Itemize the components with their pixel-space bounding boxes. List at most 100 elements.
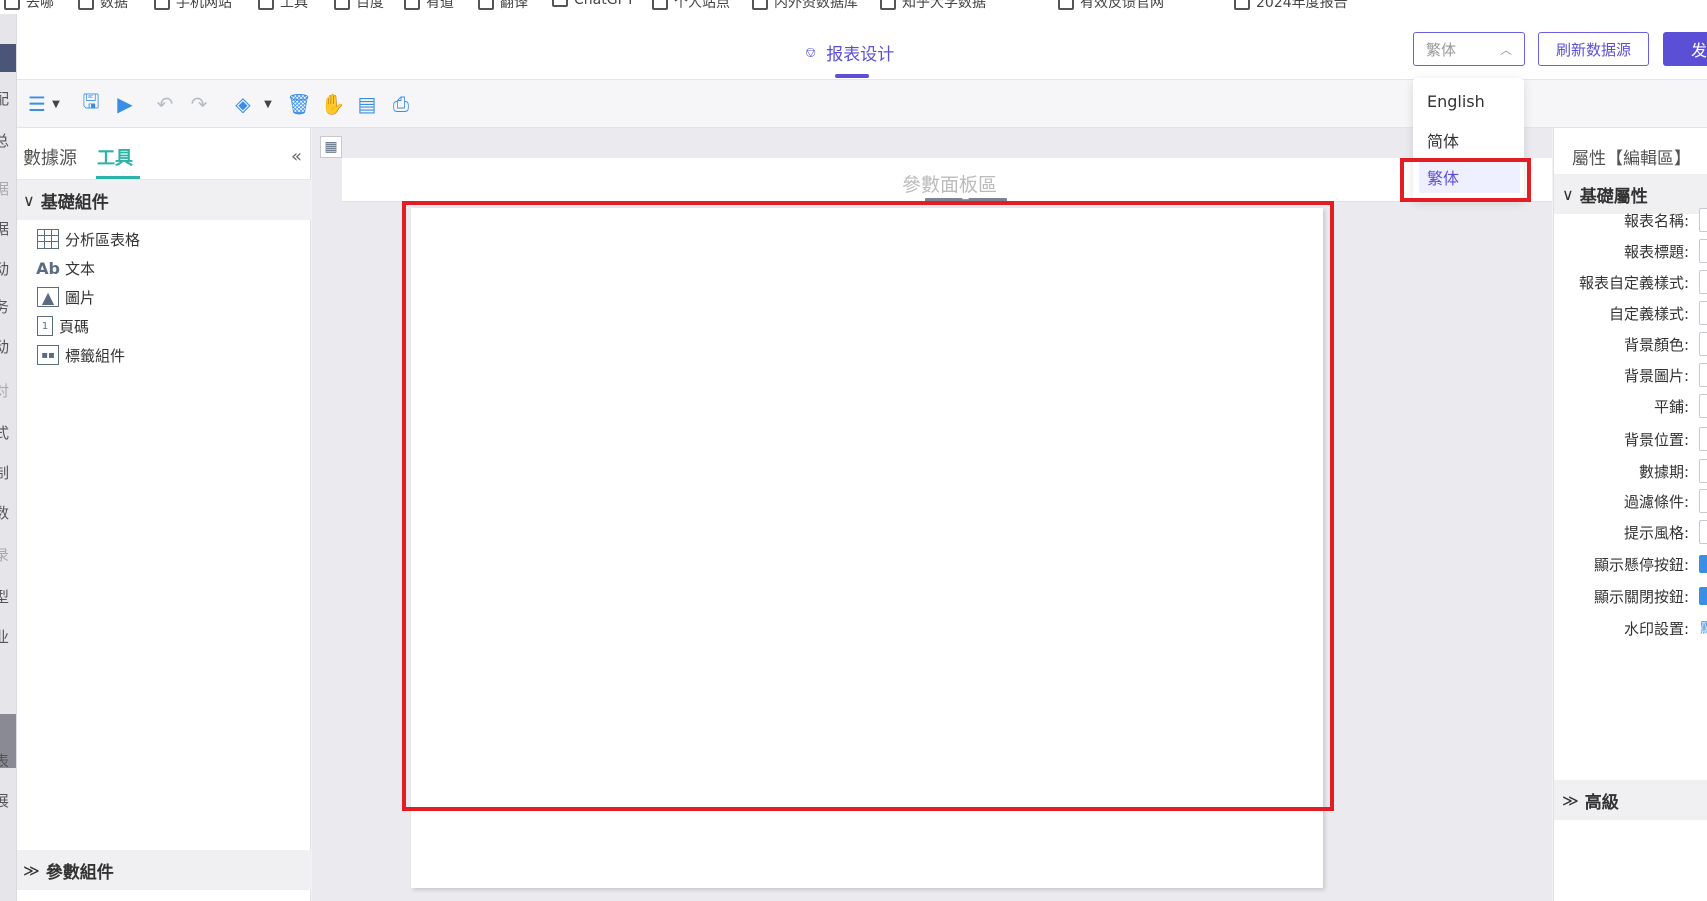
bookmark-item[interactable]: 工具 [258, 0, 308, 12]
prop-label: 數據期: [1638, 463, 1689, 481]
youdao-icon [404, 0, 420, 10]
design-canvas-area: ▦ 參數面板區 ▲ [312, 128, 1552, 901]
prop-label: 報表自定義樣式: [1578, 274, 1689, 292]
tab-tools[interactable]: 工具 [97, 144, 133, 170]
bookmark-item[interactable]: 有效反馈官网 [1058, 0, 1164, 12]
bookmark-item[interactable]: 百度 [334, 0, 384, 12]
watermark-settings-link[interactable]: 默 [1700, 618, 1707, 638]
menu-icon[interactable]: ☰ [25, 92, 49, 116]
active-tab-indicator [835, 74, 869, 78]
prop-label: 水印設置: [1623, 620, 1689, 638]
chevron-right-icon: ≫ [23, 860, 40, 880]
sidebar-item[interactable]: 据 [0, 218, 9, 239]
report-title-input[interactable] [1699, 239, 1707, 263]
custom-style-input[interactable] [1699, 301, 1707, 325]
sidebar-item[interactable]: 对 [0, 380, 9, 401]
sidebar-item[interactable]: 式 [0, 422, 9, 443]
label-card-icon: ▪▪ [37, 345, 59, 365]
print-settings-icon[interactable]: ⎙ [389, 92, 413, 116]
delete-icon[interactable]: 🗑 [286, 92, 311, 116]
chat-icon [880, 0, 896, 10]
sidebar-item[interactable]: 型 [0, 586, 9, 607]
sidebar-item[interactable]: 制 [0, 462, 9, 483]
bookmark-item[interactable]: 翻译 [478, 0, 528, 12]
paint-bucket-icon[interactable]: ◈ [231, 92, 255, 116]
caret-down-icon[interactable]: ▼ [49, 92, 63, 116]
refresh-datasource-button[interactable]: 刷新数据源 [1538, 32, 1649, 66]
tip-style-input[interactable] [1699, 520, 1707, 544]
report-name-input[interactable] [1699, 208, 1707, 232]
sidebar-item[interactable]: 配 [0, 88, 9, 109]
bookmark-item[interactable]: 内外资数据库 [752, 0, 858, 12]
lang-option-english[interactable]: English [1427, 92, 1485, 111]
form-icon[interactable]: ▤ [355, 92, 379, 116]
sidebar-item[interactable]: 务 [0, 296, 9, 317]
main-sidebar: 配 总 据 据 动 务 动 对 式 制 数 录 型 业 表 展 [0, 14, 17, 901]
undo-icon[interactable]: ↶ [153, 92, 177, 116]
folder-icon [154, 0, 170, 10]
grid-toggle-icon[interactable]: ▦ [320, 136, 342, 158]
show-hover-button-checkbox[interactable] [1699, 555, 1707, 573]
sidebar-item[interactable]: 表 [0, 750, 9, 771]
filter-input[interactable] [1699, 489, 1707, 513]
sidebar-item[interactable]: 数 [0, 502, 9, 523]
prop-label: 過濾條件: [1623, 493, 1689, 511]
sidebar-item[interactable]: 业 [0, 626, 9, 647]
save-icon[interactable]: 🖫 [79, 89, 103, 116]
param-panel-area[interactable]: 參數面板區 ▲ [342, 158, 1552, 204]
active-tab-indicator [96, 176, 140, 179]
component-analysis-table[interactable]: 分析區表格 [37, 226, 140, 252]
folder-icon [4, 0, 20, 10]
data-period-input[interactable] [1699, 459, 1707, 483]
caret-down-icon[interactable]: ▼ [261, 92, 275, 116]
page-number-icon: 1 [37, 316, 53, 336]
component-image[interactable]: ▲ 圖片 [37, 284, 95, 310]
sidebar-item[interactable]: 动 [0, 336, 9, 357]
report-custom-style-input[interactable] [1699, 270, 1707, 294]
bg-position-input[interactable] [1699, 427, 1707, 451]
bookmark-item[interactable]: ChatGPT [552, 0, 635, 8]
language-select[interactable]: 繁体 ︿ [1413, 32, 1525, 66]
section-basic-components[interactable]: ∨ 基礎組件 [17, 180, 311, 220]
publish-button[interactable]: 发 [1663, 32, 1707, 66]
canvas-highlight-box [402, 201, 1334, 811]
tab-report-design[interactable]: ⎊ 报表设计 [805, 40, 894, 66]
image-icon: ▲ [37, 287, 59, 307]
sidebar-item[interactable]: 展 [0, 790, 9, 811]
text-icon: Ab [36, 258, 60, 278]
chevron-right-icon: ≫ [1562, 790, 1579, 810]
sidebar-item[interactable]: 据 [0, 178, 9, 199]
sidebar-item[interactable]: 录 [0, 544, 9, 565]
sidebar-item[interactable]: 总 [0, 130, 9, 151]
bg-color-input[interactable] [1699, 332, 1707, 356]
sidebar-item[interactable]: 动 [0, 258, 9, 279]
redo-icon[interactable]: ↷ [187, 92, 211, 116]
bookmark-item[interactable]: 手机网站 [154, 0, 232, 12]
collapse-panel-icon[interactable]: « [291, 146, 302, 167]
section-param-components[interactable]: ≫ 參數組件 [17, 850, 311, 890]
preview-play-icon[interactable]: ▶ [113, 92, 137, 116]
chevron-up-icon: ︿ [1499, 42, 1512, 57]
chevron-down-icon: ∨ [23, 190, 35, 210]
tile-input[interactable] [1699, 394, 1707, 418]
bookmark-item[interactable]: 知乎大学数据 [880, 0, 986, 12]
hand-pan-icon[interactable]: ✋ [321, 92, 346, 116]
bg-image-input[interactable] [1699, 363, 1707, 387]
prop-label: 提示風格: [1623, 524, 1689, 542]
show-close-button-checkbox[interactable] [1699, 587, 1707, 605]
component-text[interactable]: Ab 文本 [36, 255, 95, 281]
bookmark-item[interactable]: 个人站点 [652, 0, 730, 12]
prop-label: 背景圖片: [1623, 367, 1689, 385]
tab-datasource[interactable]: 數據源 [23, 144, 77, 170]
bookmark-item[interactable]: 有道 [404, 0, 454, 12]
bookmark-item[interactable]: 2024年度报告 [1234, 0, 1348, 12]
prop-label: 報表標題: [1623, 243, 1689, 261]
component-label[interactable]: ▪▪ 標籤組件 [37, 342, 125, 368]
lang-option-simplified[interactable]: 简体 [1427, 128, 1459, 152]
bookmark-item[interactable]: 去哪 [4, 0, 54, 12]
component-page-number[interactable]: 1 頁碼 [37, 313, 89, 339]
dropdown-highlight-box [1400, 158, 1531, 202]
bookmark-item[interactable]: 数据 [78, 0, 128, 12]
section-basic-properties[interactable]: ∨ 基礎屬性 [1554, 174, 1707, 214]
section-advanced[interactable]: ≫ 高級 [1554, 780, 1707, 820]
